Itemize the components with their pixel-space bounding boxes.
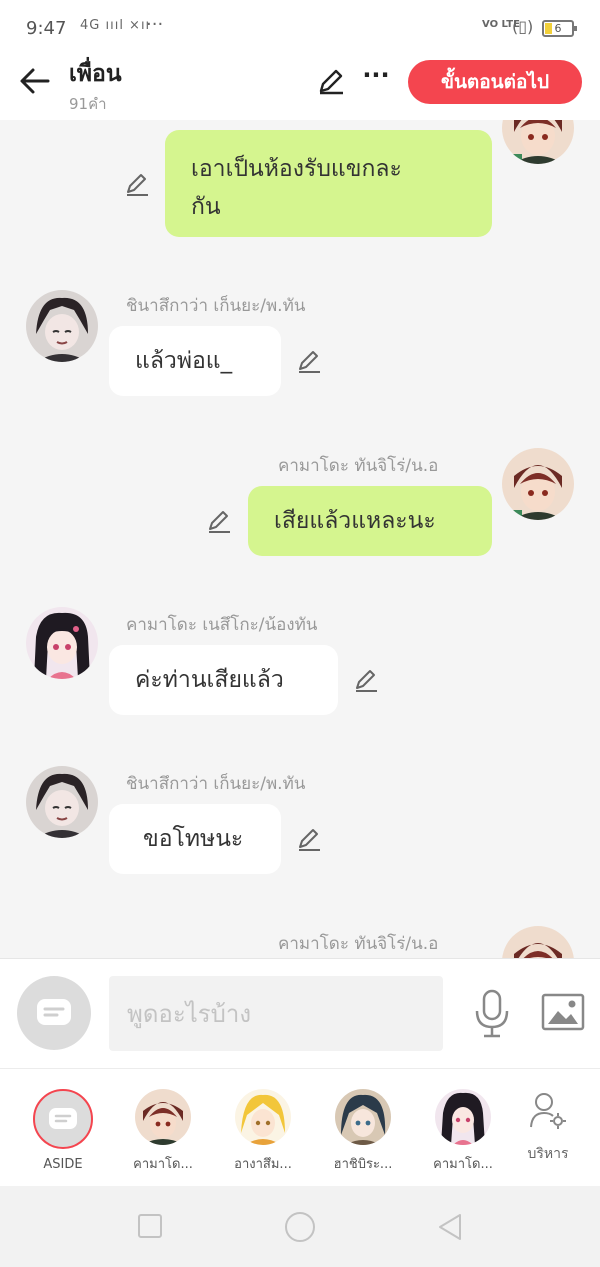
message-bubble[interactable]: เสียแล้วแหละนะ [248,486,492,556]
image-button[interactable] [540,991,586,1033]
chat-header: เพื่อน 91คำ ··· ขั้นตอนต่อไป [0,56,600,120]
edit-message-button[interactable] [296,826,322,852]
word-count: 91คำ [69,95,107,113]
character-label: ฮาชิบิระ... [333,1157,393,1172]
message-item: ชินาสึกาว่า เก็นยะ/พ.ทัน ขอโทษนะ [0,758,600,878]
avatar-genya[interactable] [26,290,98,362]
message-item: คามาโดะ เนสึโกะ/น้องทัน ค่ะท่านเสียแล้ว [0,599,600,719]
avatar-genya[interactable] [26,766,98,838]
image-icon [541,993,585,1031]
character-label: คามาโด... [133,1157,193,1172]
recents-button[interactable] [138,1214,162,1238]
avatar-tanjiro[interactable] [502,120,574,164]
message-text: เสียแล้วแหละนะ [274,508,436,534]
message-text-line: เอาเป็นห้องรับแขกละ [191,156,402,182]
mic-button[interactable] [472,989,512,1039]
message-item: คามาโดะ ทันจิโร่/น.อ [0,918,600,958]
aside-avatar [33,1089,93,1149]
message-text: ขอโทษนะ [143,826,244,852]
status-bar: 9:47 4G ıııl ×ıı ··· VO LTE (▯) 6 [0,0,600,56]
character-nezuko[interactable]: คามาโด... [418,1089,508,1174]
character-label: ASIDE [43,1157,83,1172]
edit-message-button[interactable] [124,171,150,197]
message-item: คามาโดะ ทันจิโร่/น.อ เสียแล้วแหละนะ [0,440,600,560]
sender-name: ชินาสึกาว่า เก็นยะ/พ.ทัน [126,774,306,794]
chat-area[interactable]: เอาเป็นห้องรับแขกละ กัน ชินาสึกาว่า เก็น… [0,120,600,958]
pencil-icon [299,829,320,851]
edit-message-button[interactable] [353,667,379,693]
character-aside[interactable]: ASIDE [18,1089,108,1172]
edit-title-button[interactable] [316,66,346,96]
pencil-icon [127,174,148,196]
pencil-icon [319,69,343,95]
chat-bubble-icon [49,1108,77,1129]
back-button[interactable] [18,64,52,98]
character-inosuke[interactable]: ฮาชิบิระ... [318,1089,408,1174]
manage-button[interactable]: บริหาร [518,1091,578,1165]
triangle-back-icon [439,1214,461,1240]
edit-message-button[interactable] [206,508,232,534]
character-tanjiro[interactable]: คามาโด... [118,1089,208,1174]
page-title: เพื่อน [69,61,122,87]
status-time: 9:47 [26,18,67,39]
battery-icon: 6 [542,20,577,37]
pencil-icon [209,511,230,533]
avatar [335,1089,391,1145]
chat-bubble-icon [37,999,71,1025]
message-text-line: กัน [191,194,221,220]
microphone-icon [475,989,509,1038]
sender-name: ชินาสึกาว่า เก็นยะ/พ.ทัน [126,296,306,316]
manage-label: บริหาร [527,1146,569,1162]
message-text: ค่ะท่านเสียแล้ว [135,667,284,693]
avatar-tanjiro[interactable] [502,926,574,958]
vibrate-icon: (▯) [512,17,534,36]
input-bar [0,958,600,1068]
signal-icon: 4G ıııl ×ıı [80,18,151,33]
avatar [435,1089,491,1145]
message-text: แล้วพ่อแ_ [135,348,233,374]
message-item: ชินาสึกาว่า เก็นยะ/พ.ทัน แล้วพ่อแ_ [0,280,600,400]
system-nav-bar [0,1186,600,1267]
avatar [135,1089,191,1145]
message-bubble[interactable]: แล้วพ่อแ_ [109,326,281,396]
more-options-button[interactable]: ··· [360,63,392,94]
back-arrow-icon [20,68,50,94]
edit-message-button[interactable] [296,348,322,374]
home-button[interactable] [285,1212,315,1242]
aside-toggle-button[interactable] [17,976,91,1050]
nav-back-button[interactable] [437,1212,463,1242]
character-zenitsu[interactable]: อางาสึม... [218,1089,308,1174]
sender-name: คามาโดะ ทันจิโร่/น.อ [278,456,439,476]
character-label: อางาสึม... [234,1157,292,1172]
status-dots: ··· [146,14,164,35]
pencil-icon [356,670,377,692]
character-label: คามาโด... [433,1157,493,1172]
avatar-nezuko[interactable] [26,607,98,679]
character-bar: ASIDE คามาโด... อางาสึม... ฮาชิบิระ... ค… [0,1068,600,1186]
sender-name: คามาโดะ เนสึโกะ/น้องทัน [126,615,318,635]
avatar [235,1089,291,1145]
message-bubble[interactable]: เอาเป็นห้องรับแขกละ กัน [165,130,492,237]
battery-level: 6 [554,22,562,35]
message-bubble[interactable]: ขอโทษนะ [109,804,281,874]
pencil-icon [299,351,320,373]
message-input[interactable] [109,976,443,1051]
user-settings-icon [530,1093,566,1129]
message-item: เอาเป็นห้องรับแขกละ กัน [0,120,600,250]
sender-name: คามาโดะ ทันจิโร่/น.อ [278,934,439,954]
avatar-tanjiro[interactable] [502,448,574,520]
message-bubble[interactable]: ค่ะท่านเสียแล้ว [109,645,338,715]
next-step-button[interactable]: ขั้นตอนต่อไป [408,60,582,104]
